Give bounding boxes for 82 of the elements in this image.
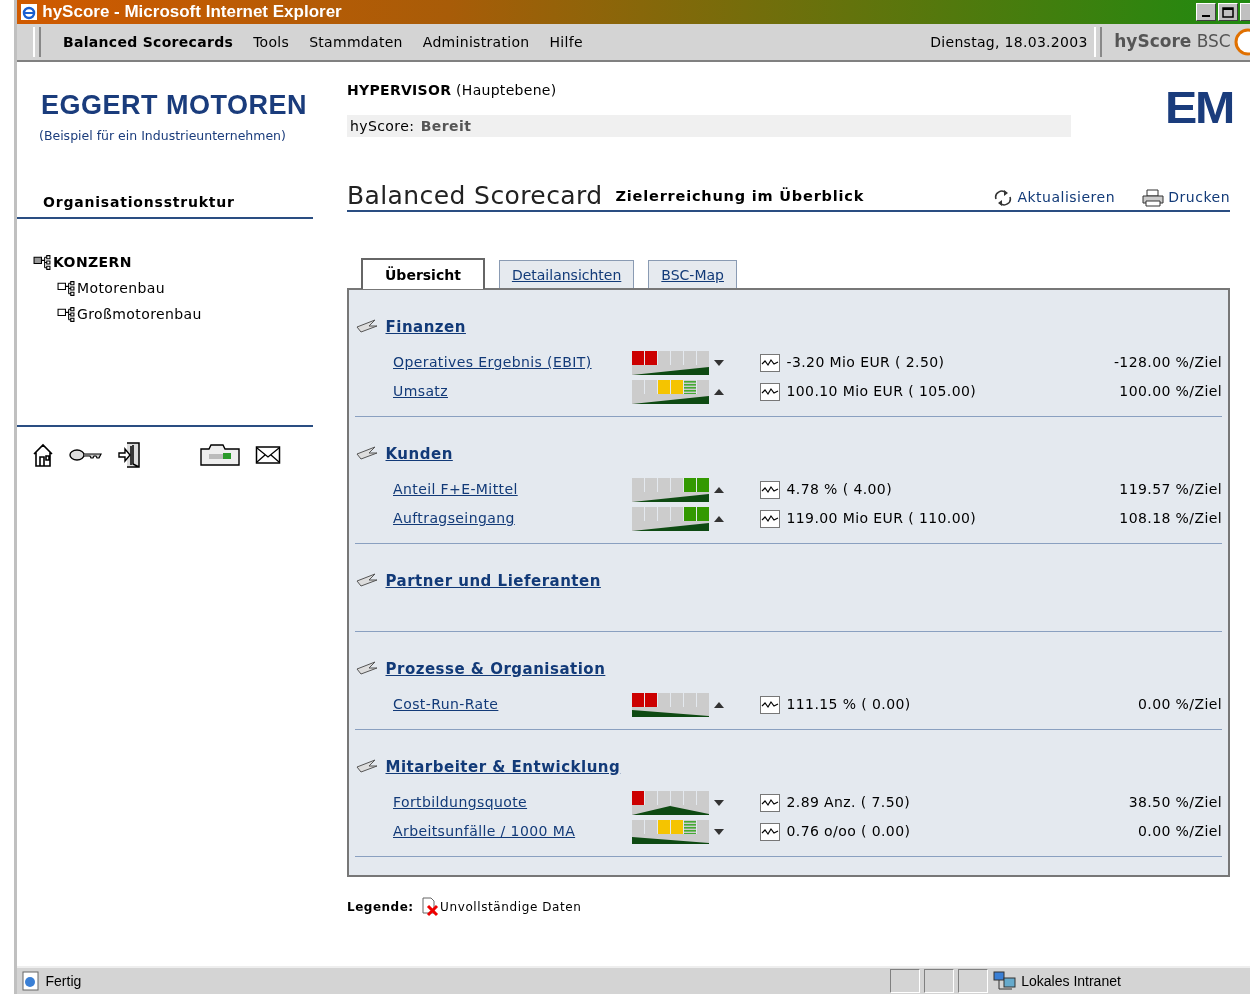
metric-link[interactable]: Umsatz [393,383,448,399]
target-percent: 38.50 %/Ziel [1128,793,1222,812]
status-text: Fertig [45,971,82,991]
target-percent: 108.18 %/Ziel [1119,509,1222,528]
tree-item[interactable]: Großmotorenbau [77,303,202,325]
perspective-link[interactable]: Mitarbeiter & Entwicklung [385,755,621,778]
maximize-icon [1222,6,1234,18]
metric-value: 4.78 % ( 4.00) [786,480,893,499]
brand-logo: hyScore BSC [1114,30,1231,54]
folder-icon[interactable] [199,443,241,467]
minimize-icon [1202,15,1210,17]
tree-item[interactable]: Motorenbau [77,277,165,299]
menu-item[interactable]: Administration [412,31,540,53]
window-title: hyScore - Microsoft Internet Explorer [42,1,342,24]
mail-icon[interactable] [255,445,281,465]
legend-label: Legende: [347,899,414,916]
maximize-button[interactable] [1218,3,1238,21]
menu-item[interactable]: Tools [243,31,300,53]
perspective-link[interactable]: Prozesse & Organisation [385,657,606,680]
toolbar-grip[interactable] [33,27,41,57]
minimize-button[interactable] [1196,3,1216,21]
line-chart-icon[interactable] [760,382,780,401]
page-subtitle: Zielerreichung im Überblick [615,186,865,207]
action-link[interactable]: Drucken [1168,187,1230,208]
metric-link[interactable]: Fortbildungsquote [393,794,528,810]
status-label: hyScore: [350,116,415,136]
line-chart-icon[interactable] [760,793,780,812]
perspective-link[interactable]: Kunden [385,442,453,465]
menu-item[interactable]: Hilfe [539,31,593,53]
metric-link[interactable]: Arbeitsunfälle / 1000 MA [393,823,576,839]
line-chart-icon[interactable] [760,822,780,841]
exit-door-icon[interactable] [117,441,143,469]
status-value: Bereit [420,116,472,136]
line-chart-icon[interactable] [760,509,780,528]
incomplete-data-icon [420,897,441,917]
metric-value: -3.20 Mio EUR ( 2.50) [786,353,945,372]
network-icon [992,970,1018,992]
tab[interactable]: Übersicht [361,258,485,289]
security-zone: Lokales Intranet [1021,971,1121,991]
action-link[interactable]: Aktualisieren [1017,187,1116,208]
tree-item[interactable]: KONZERN [53,251,132,273]
target-percent: 100.00 %/Ziel [1119,382,1222,401]
tab[interactable]: Detailansichten [498,260,635,288]
legend-text: Unvollständige Daten [440,899,582,916]
line-chart-icon[interactable] [760,353,780,372]
toolbar-grip[interactable] [1094,27,1103,57]
metric-value: 100.10 Mio EUR ( 105.00) [786,382,977,401]
menu-item[interactable]: Balanced Scorecards [53,31,244,53]
close-button[interactable] [1240,3,1250,21]
menu-item[interactable]: Stammdaten [299,31,413,53]
target-percent: 0.00 %/Ziel [1137,822,1222,841]
target-percent: -128.00 %/Ziel [1113,353,1222,372]
status-panel [890,969,920,993]
date-text: Dienstag, 18.03.2003 [930,32,1088,52]
home-icon[interactable] [31,442,55,468]
metric-link[interactable]: Operatives Ergebnis (EBIT) [393,354,592,370]
tab[interactable]: BSC-Map [648,260,737,288]
printer-icon [1141,188,1166,207]
line-chart-icon[interactable] [760,695,780,714]
line-chart-icon[interactable] [760,480,780,499]
perspective-link[interactable]: Partner und Lieferanten [385,569,601,592]
brand-icon [1234,28,1250,56]
target-percent: 0.00 %/Ziel [1137,695,1222,714]
key-icon[interactable] [69,446,103,464]
sidebar-title: Organisationsstruktur [43,194,235,210]
metric-value: 2.89 Anz. ( 7.50) [786,793,911,812]
metric-link[interactable]: Anteil F+E-Mittel [393,481,518,497]
em-logo: EM [1164,82,1234,134]
metric-value: 0.76 o/oo ( 0.00) [786,822,911,841]
metric-value: 119.00 Mio EUR ( 110.00) [786,509,977,528]
user-role: HYPERVISOR (Hauptebene) [347,81,558,100]
metric-link[interactable]: Cost-Run-Rate [393,696,499,712]
page-title: Balanced Scorecard [347,183,603,208]
target-percent: 119.57 %/Ziel [1119,480,1222,499]
company-logo: EGGERT MOTOREN [41,91,309,120]
company-subtitle: (Beispiel für ein Industrieunternehmen) [39,127,287,145]
perspective-link[interactable]: Finanzen [385,315,466,338]
status-panel [958,969,988,993]
metric-value: 111.15 % ( 0.00) [786,695,911,714]
status-panel [924,969,954,993]
metric-link[interactable]: Auftragseingang [393,510,515,526]
browser-icon [19,2,39,22]
